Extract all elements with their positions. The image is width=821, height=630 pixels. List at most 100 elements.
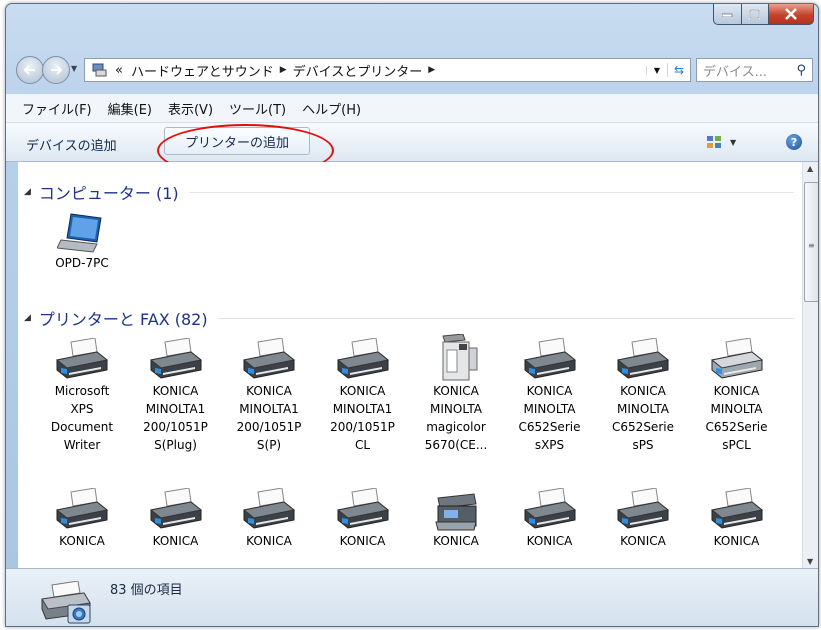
recent-pages-dropdown[interactable]: ▼ xyxy=(71,64,77,73)
back-arrow-icon xyxy=(23,65,35,75)
search-icon[interactable]: ⚲ xyxy=(796,63,806,78)
item-label: KONICA MINOLTA C652Serie sPCL xyxy=(705,384,768,452)
search-box[interactable]: デバイス... ⚲ xyxy=(696,58,813,82)
item-label: KONICA MINOLTA C652Serie sXPS xyxy=(518,384,581,452)
printer-icon xyxy=(225,332,313,382)
printer-item[interactable]: KONICA xyxy=(132,482,220,550)
item-label: KONICA xyxy=(246,534,292,548)
forward-arrow-icon xyxy=(51,65,63,75)
printer-icon xyxy=(506,482,594,532)
explorer-window: ▼ « ハードウェアとサウンド ▶ デバイスとプリンター ▶ ▼ ⇆ デバイス.… xyxy=(5,3,819,627)
navigation-row: ▼ « ハードウェアとサウンド ▶ デバイスとプリンター ▶ ▼ ⇆ デバイス.… xyxy=(6,52,818,86)
view-dropdown-icon: ▼ xyxy=(730,137,737,147)
printer-item[interactable]: KONICA MINOLTA1 200/1051P CL xyxy=(319,332,407,454)
item-label: KONICA xyxy=(713,534,760,548)
printer-item[interactable]: KONICA MINOLTA1 200/1051P S(Plug) xyxy=(132,332,220,454)
menu-help[interactable]: ヘルプ(H) xyxy=(302,99,361,118)
item-label: KONICA xyxy=(152,534,199,548)
maximize-button[interactable] xyxy=(742,4,769,25)
add-device-button[interactable]: デバイスの追加 xyxy=(26,135,117,154)
breadcrumb-chevron-icon[interactable]: ▶ xyxy=(428,65,435,75)
scroll-up-icon[interactable]: ▲ xyxy=(807,164,813,173)
item-count: 83 個の項目 xyxy=(110,583,183,598)
printer-icon xyxy=(225,482,313,532)
collapse-triangle-icon[interactable]: ◢ xyxy=(24,187,31,197)
breadcrumb-chevron-icon[interactable]: ▶ xyxy=(280,65,287,75)
printer-item[interactable]: KONICA MINOLTA C652Serie sXPS xyxy=(506,332,594,454)
printer-item[interactable]: KONICA MINOLTA magicolor 5670(CE... xyxy=(412,332,500,454)
address-overflow[interactable]: « xyxy=(115,63,123,78)
printer-icon xyxy=(693,482,781,532)
group-header-computer[interactable]: ◢ コンピューター (1) xyxy=(24,180,794,204)
close-icon xyxy=(785,8,797,20)
printer-item[interactable]: KONICA xyxy=(599,482,687,550)
printer-item[interactable]: Microsoft XPS Document Writer xyxy=(38,332,126,454)
menu-bar: ファイル(F) 編集(E) 表示(V) ツール(T) ヘルプ(H) xyxy=(6,94,818,123)
address-dropdown-icon[interactable]: ▼ xyxy=(646,65,667,75)
menu-tools[interactable]: ツール(T) xyxy=(229,99,286,118)
scroll-thumb[interactable]: ≡ xyxy=(804,182,818,302)
item-label: KONICA MINOLTA1 200/1051P CL xyxy=(330,384,395,452)
printer-icon xyxy=(319,482,407,532)
printer-item[interactable]: KONICA xyxy=(412,482,500,550)
printer-item[interactable]: KONICA MINOLTA C652Serie sPCL xyxy=(693,332,781,454)
printer-item[interactable]: KONICA MINOLTA C652Serie sPS xyxy=(599,332,687,454)
printer-icon xyxy=(599,332,687,382)
vertical-scrollbar[interactable]: ▲ ≡ ▼ xyxy=(802,162,818,568)
search-placeholder: デバイス... xyxy=(703,64,768,80)
printer-icon xyxy=(319,332,407,382)
item-label: KONICA MINOLTA1 200/1051P S(Plug) xyxy=(143,384,208,452)
group-title-computer: コンピューター (1) xyxy=(38,184,179,203)
computer-item[interactable]: OPD-7PC xyxy=(38,204,126,272)
item-label: KONICA MINOLTA magicolor 5670(CE... xyxy=(424,384,488,452)
printer-item[interactable]: KONICA MINOLTA1 200/1051P S(P) xyxy=(225,332,313,454)
breadcrumb-hardware-sound[interactable]: ハードウェアとサウンド xyxy=(131,61,274,80)
printer-item[interactable]: KONICA xyxy=(693,482,781,550)
grip-icon: ≡ xyxy=(808,241,815,250)
menu-edit[interactable]: 編集(E) xyxy=(108,99,152,118)
add-printer-button[interactable]: プリンターの追加 xyxy=(164,127,310,155)
breadcrumb-devices-printers[interactable]: デバイスとプリンター xyxy=(293,61,423,80)
item-label: KONICA xyxy=(526,534,573,548)
close-button[interactable] xyxy=(769,4,814,25)
refresh-icon[interactable]: ⇆ xyxy=(667,63,690,77)
printer-item[interactable]: KONICA xyxy=(38,482,126,550)
maximize-icon xyxy=(749,8,760,19)
printer-item[interactable]: KONICA xyxy=(506,482,594,550)
item-label: OPD-7PC xyxy=(55,256,109,270)
collapse-triangle-icon[interactable]: ◢ xyxy=(24,313,31,323)
printer-icon xyxy=(132,332,220,382)
forward-button[interactable] xyxy=(42,56,70,84)
menu-view[interactable]: 表示(V) xyxy=(168,99,213,118)
group-divider xyxy=(188,191,794,193)
copier-icon xyxy=(412,332,500,382)
item-label: KONICA xyxy=(59,534,105,548)
devices-printers-icon xyxy=(92,63,107,77)
item-label: KONICA xyxy=(620,534,666,548)
printer-icon xyxy=(132,482,220,532)
laptop-icon xyxy=(38,204,126,254)
help-icon[interactable]: ? xyxy=(786,134,802,150)
printer-icon xyxy=(38,482,126,532)
item-label: KONICA MINOLTA C652Serie sPS xyxy=(612,384,674,452)
address-bar[interactable]: « ハードウェアとサウンド ▶ デバイスとプリンター ▶ ▼ ⇆ xyxy=(84,58,691,82)
item-label: KONICA xyxy=(433,534,479,548)
item-label: KONICA MINOLTA1 200/1051P S(P) xyxy=(236,384,302,452)
scroll-down-icon[interactable]: ▼ xyxy=(807,557,813,566)
devices-printers-icon xyxy=(41,581,91,624)
view-grid-icon xyxy=(707,136,721,148)
group-title-printers: プリンターと FAX (82) xyxy=(38,310,208,329)
change-view-button[interactable]: ▼ xyxy=(706,135,736,149)
back-button[interactable] xyxy=(16,56,44,84)
minimize-button[interactable] xyxy=(713,4,742,25)
printer-item[interactable]: KONICA xyxy=(319,482,407,550)
devices-pane: ◢ コンピューター (1) ◢ プリンターと FAX (82) OPD-7PC M… xyxy=(18,162,802,568)
printer-item[interactable]: KONICA xyxy=(225,482,313,550)
mfp-icon xyxy=(412,482,500,532)
menu-file[interactable]: ファイル(F) xyxy=(22,99,92,118)
printer-icon xyxy=(506,332,594,382)
group-header-printers[interactable]: ◢ プリンターと FAX (82) xyxy=(24,306,794,330)
printer-icon xyxy=(599,482,687,532)
command-bar: デバイスの追加 プリンターの追加 ▼ ? xyxy=(6,123,818,162)
printer-icon xyxy=(38,332,126,382)
